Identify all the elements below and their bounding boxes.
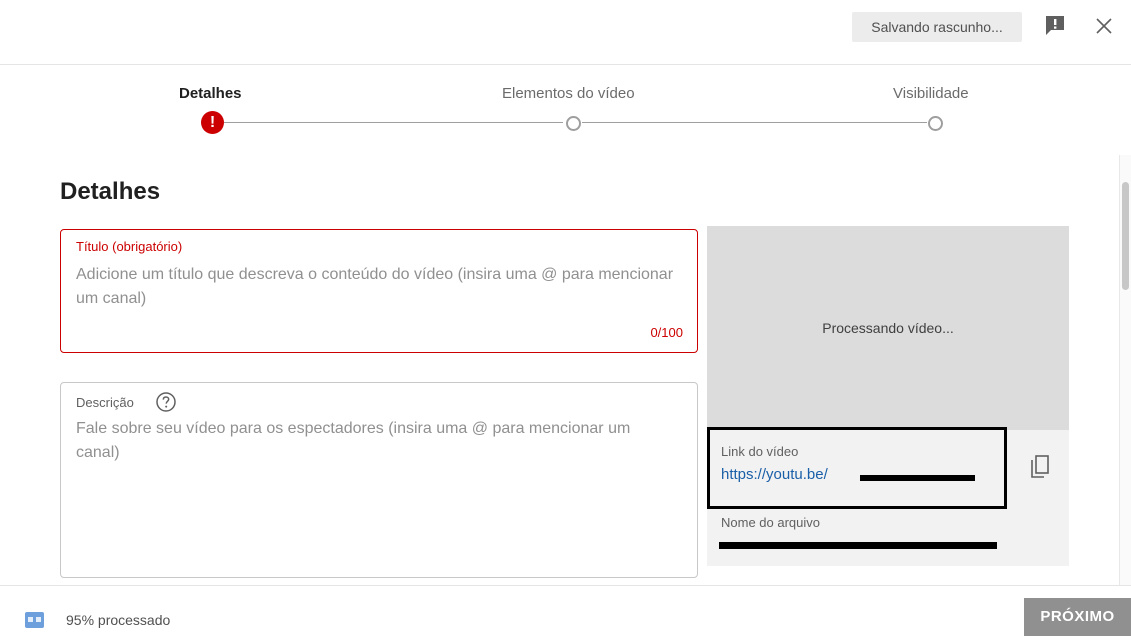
description-field-label: Descrição: [76, 395, 134, 410]
description-field[interactable]: Descrição Fale sobre seu vídeo para os e…: [60, 382, 698, 578]
redacted-file-name: [719, 542, 997, 549]
step-visibility-label[interactable]: Visibilidade: [893, 85, 969, 102]
save-status-badge: Salvando rascunho...: [852, 12, 1022, 42]
file-name-label: Nome do arquivo: [721, 515, 820, 530]
video-link[interactable]: https://youtu.be/: [721, 466, 828, 483]
scrollbar-thumb[interactable]: [1122, 182, 1129, 290]
stepper-line: [224, 122, 563, 123]
step-details-label[interactable]: Detalhes: [179, 85, 242, 102]
redacted-link-part: [860, 475, 975, 481]
help-circle-icon[interactable]: [155, 391, 177, 413]
processing-icon: [25, 612, 44, 628]
top-bar: Salvando rascunho...: [0, 0, 1131, 65]
title-field[interactable]: Título (obrigatório) Adicione um título …: [60, 229, 698, 353]
video-link-label: Link do vídeo: [721, 444, 799, 459]
section-title: Detalhes: [60, 178, 161, 205]
copy-icon[interactable]: [1028, 454, 1052, 480]
step-video-elements-label[interactable]: Elementos do vídeo: [502, 85, 635, 102]
video-preview: Processando vídeo...: [707, 226, 1069, 430]
processing-progress-text: 95% processado: [66, 612, 171, 628]
video-preview-panel: Processando vídeo... Link do vídeo https…: [707, 226, 1069, 566]
description-input[interactable]: Fale sobre seu vídeo para os espectadore…: [76, 417, 676, 465]
feedback-icon[interactable]: [1044, 14, 1066, 36]
step-visibility-dot-icon[interactable]: [928, 116, 943, 131]
title-field-label: Título (obrigatório): [76, 239, 183, 254]
step-details-error-icon[interactable]: !: [201, 111, 224, 134]
step-video-elements-dot-icon[interactable]: [566, 116, 581, 131]
title-char-counter: 0/100: [650, 325, 683, 340]
title-input[interactable]: Adicione um título que descreva o conteú…: [76, 263, 676, 311]
next-button[interactable]: PRÓXIMO: [1024, 598, 1131, 636]
stepper-line: [582, 122, 927, 123]
close-icon[interactable]: [1092, 14, 1116, 38]
footer-bar: 95% processado PRÓXIMO: [0, 585, 1131, 636]
processing-status: Processando vídeo...: [822, 320, 954, 336]
